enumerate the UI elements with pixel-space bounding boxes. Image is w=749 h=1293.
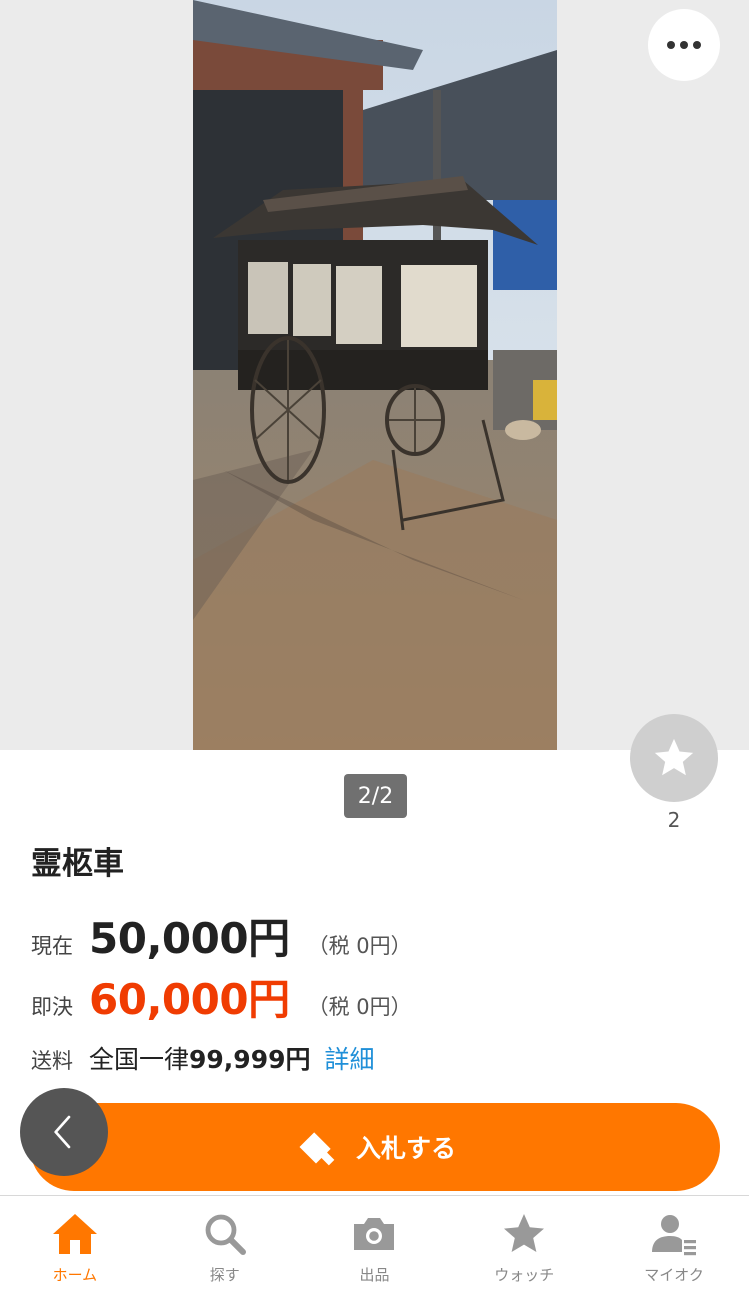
- current-price-value: 50,000円: [89, 914, 290, 963]
- carriage-photo: [193, 0, 557, 750]
- camera-icon: [354, 1218, 395, 1250]
- current-price-label: 現在: [31, 934, 73, 958]
- image-pager: 2/2: [344, 774, 407, 818]
- tab-label: マイオク: [644, 1266, 704, 1284]
- shipping-value: 全国一律99,999円: [89, 1040, 311, 1076]
- buynow-price-row: 即決 60,000円 （税 0円）: [31, 966, 412, 1027]
- user-icon: [652, 1215, 697, 1256]
- shipping-row: 送料 全国一律99,999円 詳細: [31, 1040, 375, 1076]
- chevron-left-icon: [54, 1115, 71, 1149]
- watch-button[interactable]: [630, 714, 718, 802]
- buynow-price-tax: （税 0円）: [307, 995, 412, 1019]
- tab-search[interactable]: 探す: [150, 1196, 300, 1293]
- shipping-prefix: 全国一律: [89, 1045, 190, 1074]
- listing-title: 霊柩車: [31, 846, 124, 882]
- tab-watch[interactable]: ウォッチ: [449, 1196, 599, 1293]
- current-price-tax: （税 0円）: [307, 934, 412, 958]
- image-gallery[interactable]: [0, 0, 749, 750]
- shipping-amount: 99,999円: [189, 1045, 311, 1074]
- star-icon: [654, 738, 694, 776]
- search-icon: [205, 1214, 246, 1255]
- star-icon: [504, 1214, 545, 1252]
- tab-myauction[interactable]: マイオク: [599, 1196, 749, 1293]
- bid-button-label: 入札する: [355, 1134, 456, 1163]
- gavel-icon: [299, 1132, 335, 1166]
- dot-icon: [693, 41, 701, 49]
- watch-count: 2: [667, 808, 681, 832]
- tab-sell[interactable]: 出品: [300, 1196, 450, 1293]
- more-options-button[interactable]: [648, 9, 720, 81]
- tab-label: 出品: [359, 1266, 390, 1284]
- current-price-row: 現在 50,000円 （税 0円）: [31, 905, 412, 966]
- tab-home[interactable]: ホーム: [0, 1196, 150, 1293]
- tab-label: ウォッチ: [494, 1266, 555, 1284]
- tab-bar: ホーム 探す 出品 ウォッチ マイオク: [0, 1195, 749, 1293]
- shipping-label: 送料: [31, 1049, 73, 1073]
- back-button[interactable]: [20, 1088, 108, 1176]
- bid-button[interactable]: 入札する: [30, 1103, 720, 1191]
- dot-icon: [680, 41, 688, 49]
- tab-label: 探す: [209, 1266, 240, 1284]
- listing-photo[interactable]: [193, 0, 557, 750]
- home-icon: [52, 1214, 97, 1254]
- tab-label: ホーム: [52, 1266, 98, 1284]
- buynow-price-value: 60,000円: [89, 975, 290, 1024]
- shipping-detail-link[interactable]: 詳細: [325, 1040, 375, 1076]
- buynow-price-label: 即決: [31, 995, 73, 1019]
- dot-icon: [667, 41, 675, 49]
